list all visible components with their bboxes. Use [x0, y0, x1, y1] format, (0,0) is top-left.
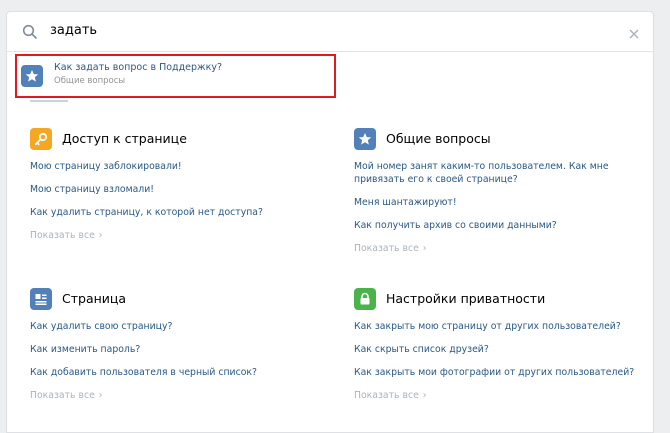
- search-icon: [22, 24, 38, 40]
- section-privacy-settings: Настройки приватности Как закрыть мою ст…: [354, 288, 654, 402]
- search-result-item[interactable]: Как задать вопрос в Поддержку? Общие воп…: [15, 54, 336, 98]
- help-link[interactable]: Как изменить пароль?: [30, 343, 330, 356]
- chevron-right-icon: ›: [98, 230, 103, 241]
- key-icon: [30, 128, 52, 150]
- help-link[interactable]: Мой номер занят каким-то пользователем. …: [354, 160, 639, 186]
- show-all-label: Показать все: [354, 390, 419, 401]
- show-all-link[interactable]: Показать все ›: [354, 389, 654, 402]
- section-page-access: Доступ к странице Мою страницу заблокиро…: [30, 128, 330, 242]
- help-link[interactable]: Как получить архив со своими данными?: [354, 219, 644, 232]
- chevron-right-icon: ›: [98, 390, 103, 401]
- help-link[interactable]: Мою страницу взломали!: [30, 183, 330, 196]
- close-icon[interactable]: [628, 25, 640, 39]
- help-link[interactable]: Как скрыть список друзей?: [354, 343, 654, 356]
- show-all-link[interactable]: Показать все ›: [30, 389, 330, 402]
- divider: [30, 100, 68, 102]
- chevron-right-icon: ›: [422, 390, 427, 401]
- section-title: Доступ к странице: [62, 131, 187, 146]
- help-link[interactable]: Как удалить свою страницу?: [30, 320, 330, 333]
- section-title: Общие вопросы: [386, 131, 491, 146]
- show-all-label: Показать все: [354, 243, 419, 254]
- help-link[interactable]: Меня шантажируют!: [354, 196, 644, 209]
- help-link[interactable]: Как удалить страницу, к которой нет дост…: [30, 206, 330, 219]
- section-page: Страница Как удалить свою страницу? Как …: [30, 288, 330, 402]
- help-link[interactable]: Как закрыть мою страницу от других польз…: [354, 320, 654, 333]
- search-input[interactable]: задать: [50, 23, 97, 38]
- help-link[interactable]: Как добавить пользователя в черный списо…: [30, 366, 330, 379]
- result-title[interactable]: Как задать вопрос в Поддержку?: [54, 62, 222, 73]
- show-all-link[interactable]: Показать все ›: [30, 229, 330, 242]
- profile-icon: [30, 288, 52, 310]
- chevron-right-icon: ›: [422, 243, 427, 254]
- show-all-label: Показать все: [30, 390, 95, 401]
- search-bar[interactable]: задать: [6, 11, 654, 52]
- help-link[interactable]: Мою страницу заблокировали!: [30, 160, 330, 173]
- star-icon: [354, 128, 376, 150]
- section-general-questions: Общие вопросы Мой номер занят каким-то п…: [354, 128, 644, 255]
- result-category: Общие вопросы: [54, 76, 126, 86]
- show-all-link[interactable]: Показать все ›: [354, 242, 644, 255]
- show-all-label: Показать все: [30, 230, 95, 241]
- section-title: Настройки приватности: [386, 291, 546, 306]
- star-icon: [21, 65, 43, 87]
- help-link[interactable]: Как закрыть мои фотографии от других пол…: [354, 366, 654, 379]
- lock-icon: [354, 288, 376, 310]
- section-title: Страница: [62, 291, 127, 306]
